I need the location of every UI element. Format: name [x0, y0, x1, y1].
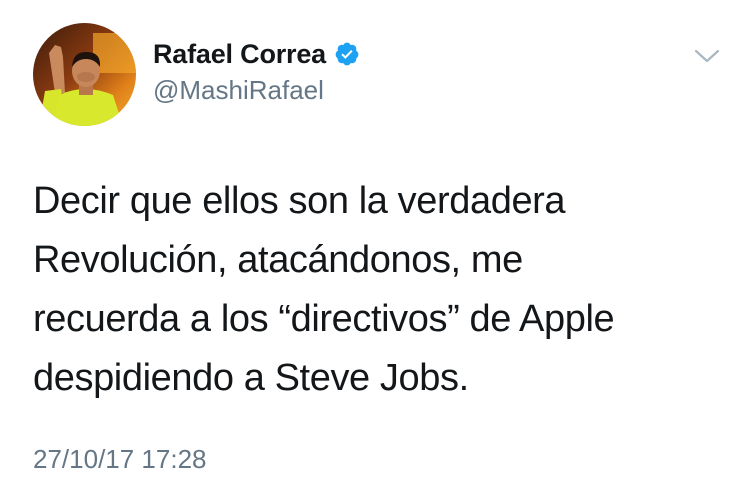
tweet-text: Decir que ellos son la verdadera Revoluc… — [33, 172, 723, 408]
author-handle[interactable]: @MashiRafael — [153, 75, 324, 106]
author-display-name[interactable]: Rafael Correa — [153, 39, 326, 70]
tweet-text-line: Revolución, atacándonos, me — [33, 239, 523, 281]
tweet-card: Rafael Correa @MashiRafael Decir que ell… — [0, 0, 750, 500]
author-name-row[interactable]: Rafael Correa — [153, 34, 360, 74]
tweet-text-line: Decir que ellos son la verdadera — [33, 180, 566, 222]
avatar-image — [33, 23, 136, 126]
tweet-text-line: despidiendo a Steve Jobs. — [33, 357, 469, 399]
tweet-text-line: recuerda a los “directivos” de Apple — [33, 298, 615, 340]
chevron-down-icon[interactable] — [692, 46, 722, 66]
verified-badge-icon — [334, 41, 360, 67]
avatar[interactable] — [33, 23, 136, 126]
tweet-timestamp[interactable]: 27/10/17 17:28 — [33, 444, 207, 475]
